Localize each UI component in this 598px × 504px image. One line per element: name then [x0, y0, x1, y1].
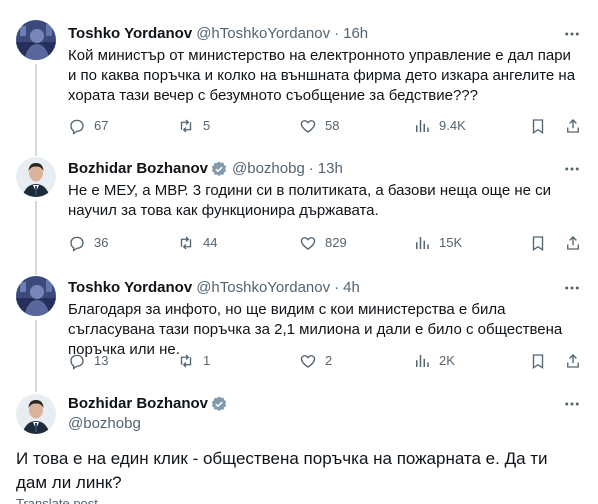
views-button[interactable]: 9.4K: [413, 117, 466, 135]
thread-connector: [35, 64, 37, 156]
separator-dot: ·: [334, 279, 340, 296]
separator-dot: ·: [308, 160, 314, 177]
views-button[interactable]: 15K: [413, 234, 462, 252]
repost-icon: [180, 119, 192, 133]
timestamp[interactable]: 16h: [343, 24, 368, 44]
repost-button[interactable]: 1: [177, 352, 210, 370]
bookmark-icon: [532, 119, 544, 135]
repost-button[interactable]: 5: [177, 117, 210, 135]
tweet-text: И това е на един клик - обществена поръч…: [16, 449, 548, 492]
reply-icon: [70, 236, 84, 252]
repost-count: 44: [203, 235, 218, 250]
more-icon[interactable]: [562, 24, 582, 44]
heart-icon: [300, 355, 316, 368]
repost-count: 1: [203, 353, 211, 368]
views-count: 15K: [439, 235, 463, 250]
like-count: 829: [325, 235, 347, 250]
like-button[interactable]: 2: [299, 352, 332, 370]
bookmark-button[interactable]: [529, 234, 547, 252]
reply-count: 67: [94, 118, 109, 133]
share-button[interactable]: [564, 352, 582, 370]
reply-count: 13: [94, 353, 109, 368]
verified-badge-icon[interactable]: [210, 395, 228, 413]
author-handle[interactable]: @bozhobg: [232, 159, 305, 179]
author-name[interactable]: Bozhidar Bozhanov: [68, 159, 208, 179]
action-bar: 67 5 58 9.4K: [68, 116, 582, 136]
avatar-toshko[interactable]: [16, 276, 56, 316]
author-handle[interactable]: @hToshkoYordanov: [196, 278, 330, 298]
reply-icon: [70, 119, 84, 135]
separator-dot: ·: [334, 25, 340, 42]
author-name[interactable]: Toshko Yordanov: [68, 278, 192, 298]
reply-button[interactable]: 67: [68, 117, 108, 135]
avatar-toshko[interactable]: [16, 20, 56, 60]
repost-button[interactable]: 44: [177, 234, 217, 252]
like-count: 2: [325, 353, 333, 368]
views-icon: [416, 355, 429, 367]
author-name[interactable]: Toshko Yordanov: [68, 24, 192, 44]
thread-connector: [35, 201, 37, 275]
repost-icon: [180, 354, 192, 368]
tweet-text: Не е МЕУ, а МВР. 3 години си в политикат…: [68, 182, 552, 219]
like-button[interactable]: 829: [299, 234, 347, 252]
repost-icon: [180, 236, 192, 250]
verified-badge-icon[interactable]: [210, 160, 228, 178]
like-button[interactable]: 58: [299, 117, 339, 135]
timestamp[interactable]: 4h: [343, 278, 360, 298]
author-handle[interactable]: @bozhobg: [68, 414, 558, 434]
heart-icon: [300, 120, 316, 133]
reply-icon: [70, 354, 84, 370]
translate-link[interactable]: Translate post: [16, 496, 98, 504]
bookmark-icon: [532, 354, 544, 370]
more-icon[interactable]: [562, 278, 582, 298]
action-bar: 13 1 2 2K: [68, 351, 582, 371]
tweet-text: Кой министър от министерство на електрон…: [68, 47, 576, 104]
reply-button[interactable]: 36: [68, 234, 108, 252]
views-button[interactable]: 2K: [413, 352, 455, 370]
more-icon[interactable]: [562, 394, 582, 414]
reply-button[interactable]: 13: [68, 352, 108, 370]
avatar-bozhanov[interactable]: [16, 157, 56, 197]
share-icon: [567, 236, 579, 250]
timestamp[interactable]: 13h: [318, 159, 343, 179]
avatar-bozhanov[interactable]: [16, 394, 56, 434]
views-icon: [416, 237, 429, 249]
repost-count: 5: [203, 118, 211, 133]
bookmark-button[interactable]: [529, 352, 547, 370]
views-icon: [416, 120, 429, 132]
bookmark-icon: [532, 236, 544, 252]
action-bar: 36 44 829 15K: [68, 233, 582, 253]
heart-icon: [300, 237, 316, 250]
like-count: 58: [325, 118, 340, 133]
bookmark-button[interactable]: [529, 117, 547, 135]
share-icon: [567, 119, 579, 133]
share-button[interactable]: [564, 234, 582, 252]
share-icon: [567, 354, 579, 368]
conversation-thread: Toshko Yordanov @hToshkoYordanov · 16h К…: [0, 0, 598, 504]
share-button[interactable]: [564, 117, 582, 135]
author-name[interactable]: Bozhidar Bozhanov: [68, 394, 208, 414]
views-count: 9.4K: [439, 118, 466, 133]
more-icon[interactable]: [562, 159, 582, 179]
views-count: 2K: [439, 353, 455, 368]
thread-connector: [35, 380, 37, 392]
reply-count: 36: [94, 235, 109, 250]
author-handle[interactable]: @hToshkoYordanov: [196, 24, 330, 44]
